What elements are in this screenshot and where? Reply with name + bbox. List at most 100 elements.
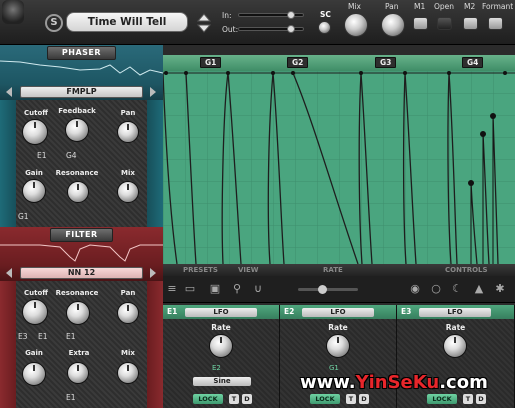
preset-name-field[interactable]: Time Will Tell [66, 12, 188, 32]
phaser-cutoff-label: Cutoff [24, 109, 48, 117]
folder-icon[interactable]: ▭ [183, 282, 197, 296]
tab-rate[interactable]: RATE [323, 266, 343, 274]
filter-mode-prev-icon[interactable] [6, 268, 12, 278]
phaser-resonance-label: Resonance [55, 169, 99, 177]
envelope-panel-e1: E1 LFO Rate E2 Sine LOCK T D [163, 305, 280, 408]
envelope-type-select[interactable]: LFO [185, 308, 257, 317]
sidechain-knob[interactable] [318, 21, 331, 34]
zoom-slider-handle[interactable] [318, 285, 327, 294]
gear-icon[interactable]: ✱ [493, 282, 507, 296]
envelope-curve-canvas[interactable] [162, 71, 515, 265]
lock-icon[interactable]: ▲ [472, 282, 486, 296]
out-slider[interactable] [238, 25, 304, 33]
wave-select[interactable]: Sine [193, 377, 251, 386]
phaser-pan-label: Pan [120, 109, 136, 117]
save-icon[interactable]: ▣ [208, 282, 222, 296]
envelope-graph[interactable] [162, 71, 515, 265]
preset-up-arrow-icon[interactable] [197, 13, 211, 22]
preset-down-arrow-icon[interactable] [197, 24, 211, 33]
phaser-mix-knob[interactable] [117, 181, 139, 203]
rate-label: Rate [328, 323, 348, 332]
mix-knob[interactable] [344, 13, 368, 37]
tab-presets[interactable]: PRESETS [183, 266, 218, 274]
zoom-slider[interactable] [298, 285, 358, 294]
filter-extra-knob[interactable] [67, 362, 89, 384]
envelope-type-select[interactable]: LFO [419, 308, 491, 317]
filter-panel: Cutoff E3 E1 Resonance E1 Pan Gain Extra… [0, 281, 163, 408]
moon-icon[interactable]: ☾ [450, 282, 464, 296]
out-slider-handle[interactable] [287, 25, 295, 33]
filter-gain-knob[interactable] [22, 362, 46, 386]
phaser-mode-next-icon[interactable] [150, 87, 156, 97]
group-tag-g3[interactable]: G3 [375, 57, 397, 68]
filter-gain-label: Gain [25, 349, 43, 357]
mix-label: Mix [348, 2, 361, 11]
pan-label: Pan [385, 2, 399, 11]
rate-label: Rate [445, 323, 466, 332]
filter-mode-next-icon[interactable] [150, 268, 156, 278]
filter-cutoff-knob[interactable] [22, 299, 48, 325]
filter-side-left [0, 281, 16, 408]
filter-pan-label: Pan [120, 289, 136, 297]
phaser-gain-mod: G1 [18, 212, 29, 221]
d-button[interactable]: D [359, 394, 369, 404]
m1-label: M1 [414, 2, 426, 11]
group-tag-g1[interactable]: G1 [200, 57, 222, 68]
watermark: www.YinSeKu.com [300, 372, 488, 393]
in-slider[interactable] [238, 11, 304, 19]
t-button[interactable]: T [346, 394, 356, 404]
phaser-feedback-knob[interactable] [65, 118, 89, 142]
d-button[interactable]: D [242, 394, 252, 404]
phaser-cutoff-knob[interactable] [22, 119, 48, 145]
tab-view[interactable]: VIEW [238, 266, 259, 274]
group-tag-g4[interactable]: G4 [462, 57, 484, 68]
phaser-feedback-mod: G4 [66, 151, 77, 160]
open-toggle[interactable] [437, 17, 452, 30]
sequencer-area: G1 G2 G3 G4 PRESETS VIEW RATE CONTROLS ≡… [162, 45, 515, 408]
t-button[interactable]: T [229, 394, 239, 404]
menu-icon[interactable]: ≡ [165, 282, 179, 296]
filter-pan-knob[interactable] [117, 302, 139, 324]
record-icon[interactable]: ◉ [408, 282, 422, 296]
in-slider-handle[interactable] [287, 11, 295, 19]
envelope-id: E2 [284, 307, 295, 316]
group-tag-g2[interactable]: G2 [287, 57, 309, 68]
phaser-gain-label: Gain [25, 169, 43, 177]
phaser-mix-label: Mix [121, 169, 135, 177]
pan-knob[interactable] [381, 13, 405, 37]
in-label: In: [222, 11, 232, 20]
d-button[interactable]: D [476, 394, 486, 404]
envelope-type-select[interactable]: LFO [302, 308, 374, 317]
filter-resonance-knob[interactable] [66, 301, 90, 325]
settings-s-button[interactable]: S [45, 14, 63, 32]
lock-button[interactable]: LOCK [427, 394, 457, 404]
phaser-gain-knob[interactable] [22, 179, 46, 203]
rate-mod: E2 [212, 364, 221, 372]
loop-icon[interactable]: ○ [429, 282, 443, 296]
phaser-pan-knob[interactable] [117, 121, 139, 143]
phaser-mode-prev-icon[interactable] [6, 87, 12, 97]
plugin-window: S Time Will Tell In: Out: SC Mix Pan M1 … [0, 0, 515, 408]
tab-controls[interactable]: CONTROLS [445, 266, 488, 274]
filter-resonance-mod: E1 [66, 332, 76, 341]
search-icon[interactable]: ⚲ [230, 282, 244, 296]
lock-button[interactable]: LOCK [310, 394, 340, 404]
rate-knob[interactable] [209, 334, 233, 358]
filter-mode-bar: NN 12 [0, 265, 163, 281]
rate-knob[interactable] [326, 334, 350, 358]
t-button[interactable]: T [463, 394, 473, 404]
filter-mix-knob[interactable] [117, 362, 139, 384]
lock-button[interactable]: LOCK [193, 394, 223, 404]
m2-toggle[interactable] [463, 17, 478, 30]
phaser-mode-select[interactable]: FMPLP [20, 86, 143, 98]
sequencer-tabs: PRESETS VIEW RATE CONTROLS [163, 264, 515, 276]
magnet-icon[interactable]: ∪ [251, 282, 265, 296]
rate-knob[interactable] [443, 334, 467, 358]
sequencer-toolbar: ≡ ▭ ▣ ⚲ ∪ ◉ ○ ☾ ▲ ✱ [163, 276, 515, 303]
formant-toggle[interactable] [488, 17, 503, 30]
filter-mode-select[interactable]: NN 12 [20, 267, 143, 279]
phaser-panel: Cutoff E1 Feedback G4 Pan Gain G1 Resona… [0, 100, 163, 227]
phaser-resonance-knob[interactable] [67, 181, 89, 203]
open-label: Open [434, 2, 455, 11]
m1-toggle[interactable] [413, 17, 428, 30]
